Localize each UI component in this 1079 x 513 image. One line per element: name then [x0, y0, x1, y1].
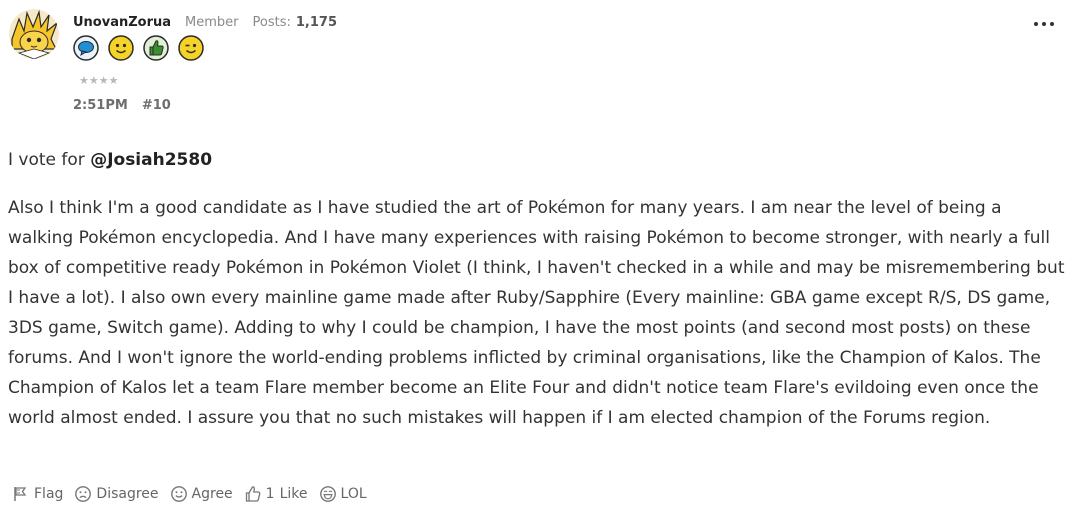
user-mention-link[interactable]: @Josiah2580 — [90, 150, 212, 170]
disagree-label: Disagree — [96, 486, 159, 502]
more-options-icon[interactable] — [1034, 22, 1062, 32]
forum-post: UnovanZorua Member Posts: 1,175 ★★★★ 2:5… — [0, 0, 1079, 513]
thumbs-up-icon — [245, 486, 261, 502]
agree-label: Agree — [191, 486, 233, 502]
post-body-paragraph: Also I think I'm a good candidate as I h… — [8, 198, 1065, 428]
badge-row — [73, 35, 204, 61]
flag-icon — [14, 487, 27, 501]
post-meta: 2:51PM #10 — [73, 98, 171, 113]
like-label: Like — [279, 486, 308, 502]
menu-dot — [1042, 22, 1046, 26]
agree-button[interactable]: Agree — [170, 485, 233, 503]
avatar[interactable] — [9, 9, 59, 59]
post-number[interactable]: #10 — [142, 98, 171, 113]
lol-label: LOL — [340, 486, 367, 502]
like-count: 1 — [265, 486, 275, 502]
posts-label: Posts: — [252, 15, 291, 30]
post-content: I vote for @Josiah2580 Also I think I'm … — [8, 145, 1070, 433]
menu-dot — [1034, 22, 1038, 26]
menu-dot — [1050, 22, 1054, 26]
wink-badge-icon[interactable] — [178, 35, 204, 61]
smile-face-icon — [170, 486, 187, 502]
disagree-button[interactable]: Disagree — [74, 485, 159, 503]
frown-face-icon — [75, 486, 92, 502]
lol-button[interactable]: LOL — [319, 485, 367, 503]
posts-count: 1,175 — [295, 15, 338, 30]
speech-bubble-badge-icon[interactable] — [73, 35, 99, 61]
laugh-face-icon — [319, 486, 336, 502]
thumbs-up-badge-icon[interactable] — [143, 35, 169, 61]
vote-line: I vote for @Josiah2580 — [8, 145, 1070, 175]
like-button[interactable]: 1 Like — [244, 485, 308, 503]
username[interactable]: UnovanZorua — [73, 15, 171, 30]
post-time[interactable]: 2:51PM — [73, 98, 128, 113]
rank-stars: ★★★★ — [79, 74, 119, 87]
jolteon-avatar-icon — [9, 9, 59, 59]
user-role: Member — [185, 15, 239, 30]
author-line: UnovanZorua Member Posts: 1,175 — [73, 15, 337, 30]
flag-label: Flag — [34, 486, 64, 502]
vote-intro-text: I vote for — [8, 150, 91, 170]
flag-button[interactable]: Flag — [12, 485, 63, 503]
reaction-bar: Flag Disagree Agree 1 Like LOL — [12, 485, 378, 503]
smiley-badge-icon[interactable] — [108, 35, 134, 61]
